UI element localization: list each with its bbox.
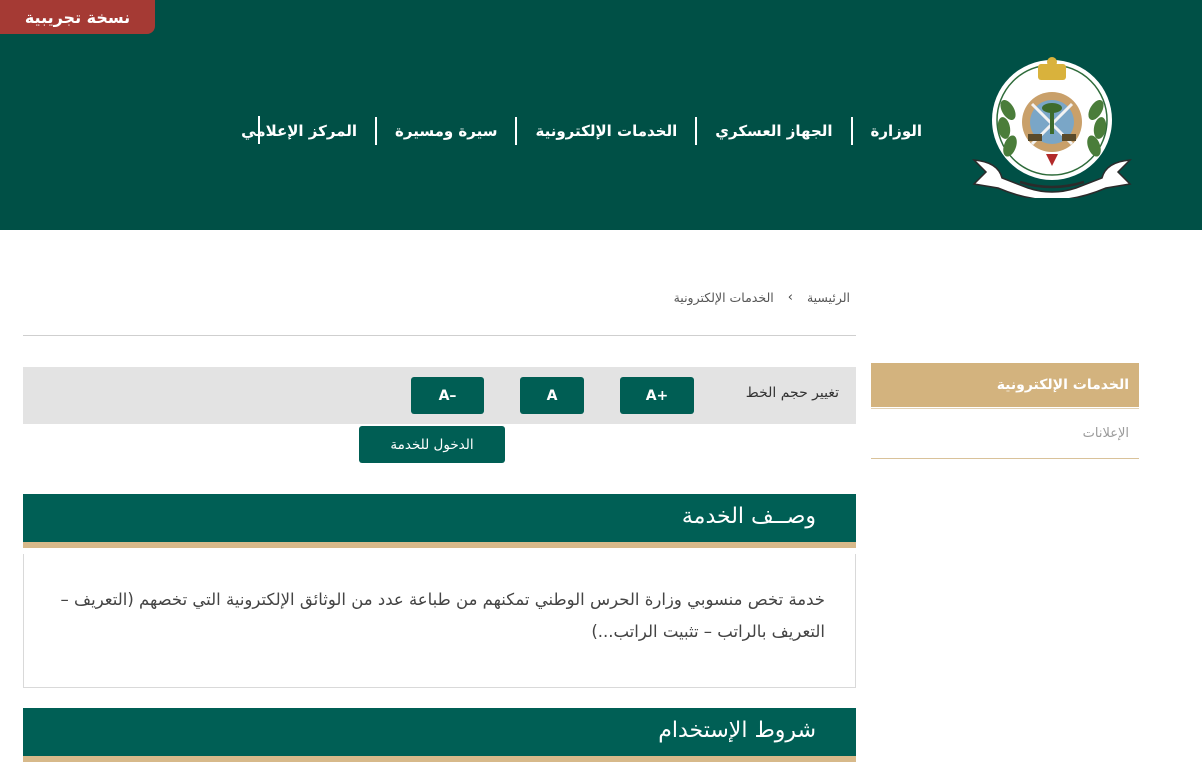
- site-header: نسخة تجريبية الوزارة الجهاز العسكري الخد…: [0, 0, 1202, 230]
- nav-item-history[interactable]: سيرة ومسيرة: [377, 122, 515, 140]
- service-description-text: خدمة تخص منسوبي وزارة الحرس الوطني تمكنه…: [60, 590, 825, 641]
- nav-item-eservices[interactable]: الخدمات الإلكترونية: [517, 122, 695, 140]
- chevron-left-icon: ›: [787, 290, 793, 305]
- nav-item-military[interactable]: الجهاز العسكري: [697, 122, 850, 140]
- nav-item-ministry[interactable]: الوزارة: [853, 122, 940, 140]
- nav-separator: [850, 117, 853, 145]
- service-description-body: خدمة تخص منسوبي وزارة الحرس الوطني تمكنه…: [23, 554, 856, 688]
- main-nav: الوزارة الجهاز العسكري الخدمات الإلكترون…: [223, 116, 940, 146]
- breadcrumb-current: الخدمات الإلكترونية: [673, 290, 774, 305]
- ministry-emblem-icon[interactable]: [968, 50, 1136, 201]
- breadcrumb: الرئيسية › الخدمات الإلكترونية: [674, 290, 850, 305]
- font-size-label: تغيير حجم الخط: [745, 385, 839, 401]
- sidebar-item-announcements[interactable]: الإعلانات: [871, 408, 1139, 459]
- nav-separator: [515, 117, 518, 145]
- nav-item-media-center[interactable]: المركز الإعلامي: [223, 122, 375, 140]
- font-decrease-button[interactable]: A–: [411, 377, 484, 414]
- divider: [23, 335, 856, 336]
- nav-separator: [258, 116, 260, 144]
- font-increase-button[interactable]: A+: [620, 377, 694, 414]
- service-description-title: وصــف الخدمة: [681, 504, 816, 529]
- terms-of-use-title: شروط الإستخدام: [658, 718, 816, 743]
- enter-service-button[interactable]: الدخول للخدمة: [359, 426, 505, 463]
- font-size-toolbar: تغيير حجم الخط A+ A A–: [23, 367, 856, 424]
- sidebar-item-eservices[interactable]: الخدمات الإلكترونية: [871, 363, 1139, 407]
- terms-of-use-header: شروط الإستخدام: [23, 708, 856, 762]
- font-normal-button[interactable]: A: [520, 377, 584, 414]
- nav-separator: [375, 117, 378, 145]
- service-description-header: وصــف الخدمة: [23, 494, 856, 548]
- nav-separator: [695, 117, 698, 145]
- breadcrumb-home[interactable]: الرئيسية: [807, 290, 850, 305]
- trial-badge: نسخة تجريبية: [0, 0, 155, 34]
